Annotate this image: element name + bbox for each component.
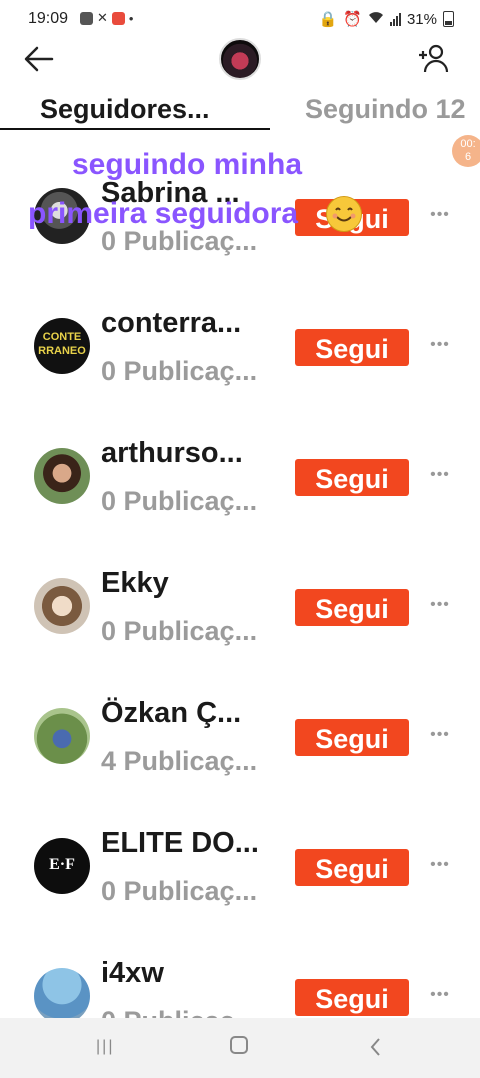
follower-posts: 4 Publicaç... (101, 746, 258, 776)
avatar-logo-text: E·F (49, 856, 75, 873)
smile-emoji-icon (326, 196, 362, 232)
follower-posts: 0 Publicaç... (101, 876, 258, 906)
tab-followers[interactable]: Seguidores... (40, 94, 210, 125)
follower-posts: 0 Publicaç... (101, 616, 258, 646)
more-options-icon[interactable]: ••• (428, 596, 452, 616)
active-tab-indicator (0, 128, 270, 130)
follow-button[interactable]: Segui (295, 979, 409, 1016)
battery-icon (443, 11, 454, 27)
tab-following[interactable]: Seguindo 12 (305, 94, 466, 125)
add-user-icon (419, 44, 449, 73)
list-item[interactable]: arthurso... 0 Publicaç... Segui ••• (0, 420, 480, 550)
more-options-icon[interactable]: ••• (428, 206, 452, 226)
x-icon: ✕ (97, 10, 108, 25)
recents-icon[interactable]: ||| (96, 1038, 116, 1056)
follower-posts: 0 Publicaç... (101, 356, 258, 386)
lock-icon: 🔒 (318, 11, 338, 28)
follower-posts: 0 Publicaç... (101, 486, 258, 516)
follow-button[interactable]: Segui (295, 459, 409, 496)
arrow-left-icon (24, 46, 54, 72)
more-options-icon[interactable]: ••• (428, 466, 452, 486)
caption-line-2: primeira seguidora (28, 197, 299, 230)
avatar[interactable] (34, 968, 90, 1018)
list-item[interactable]: E·F ELITE DO... 0 Publicaç... Segui ••• (0, 810, 480, 940)
status-time: 19:09 (28, 10, 69, 27)
more-options-icon[interactable]: ••• (428, 986, 452, 1006)
follow-button[interactable]: Segui (295, 719, 409, 756)
home-icon[interactable] (230, 1036, 248, 1054)
list-item[interactable]: Özkan Ç... 4 Publicaç... Segui ••• (0, 680, 480, 810)
more-options-icon[interactable]: ••• (428, 856, 452, 876)
follower-name[interactable]: conterra... (101, 307, 241, 340)
avatar-logo-text: CONTE RRANEO (38, 331, 86, 357)
follower-posts: 0 Publicaç... (101, 1006, 257, 1018)
signal-icon (389, 12, 401, 26)
avatar[interactable]: CONTE RRANEO (34, 318, 90, 374)
dot-icon: • (128, 10, 134, 26)
wifi-icon (368, 11, 384, 28)
list-item[interactable]: Ekky 0 Publicaç... Segui ••• (0, 550, 480, 680)
avatar[interactable]: E·F (34, 838, 90, 894)
caption-line-1: seguindo minha (72, 148, 303, 181)
system-nav-bar: ||| (0, 1018, 480, 1078)
list-item[interactable]: i4xw 0 Publicaç... Segui ••• (0, 940, 480, 1018)
follower-name[interactable]: Özkan Ç... (101, 697, 241, 730)
follower-name[interactable]: i4xw (101, 957, 164, 990)
timer-line1: 00: (460, 138, 476, 150)
alarm-icon: ⏰ (343, 11, 362, 28)
follow-button[interactable]: Segui (295, 329, 409, 366)
avatar[interactable] (34, 578, 90, 634)
status-bar: 19:09 ✕ • 🔒 ⏰ 31% (0, 0, 480, 38)
follower-name[interactable]: Ekky (101, 567, 169, 600)
avatar[interactable] (34, 448, 90, 504)
status-indicators: 🔒 ⏰ 31% (319, 10, 454, 28)
list-item[interactable]: CONTE RRANEO conterra... 0 Publicaç... S… (0, 290, 480, 420)
follower-name[interactable]: ELITE DO... (101, 827, 259, 860)
profile-avatar[interactable] (219, 38, 261, 80)
follow-tabs: Seguidores... Seguindo 12 (0, 88, 480, 132)
more-options-icon[interactable]: ••• (428, 336, 452, 356)
follow-button[interactable]: Segui (295, 589, 409, 626)
app-icon (111, 11, 125, 25)
add-user-button[interactable] (416, 42, 450, 76)
profile-header (0, 38, 480, 88)
notification-icons: ✕ • (80, 10, 133, 26)
follow-button[interactable]: Segui (295, 849, 409, 886)
back-button[interactable] (22, 42, 56, 76)
avatar[interactable] (34, 708, 90, 764)
battery-text: 31% (406, 10, 437, 28)
back-icon[interactable] (366, 1036, 386, 1058)
follower-name[interactable]: arthurso... (101, 437, 243, 470)
message-icon (80, 11, 93, 25)
more-options-icon[interactable]: ••• (428, 726, 452, 746)
